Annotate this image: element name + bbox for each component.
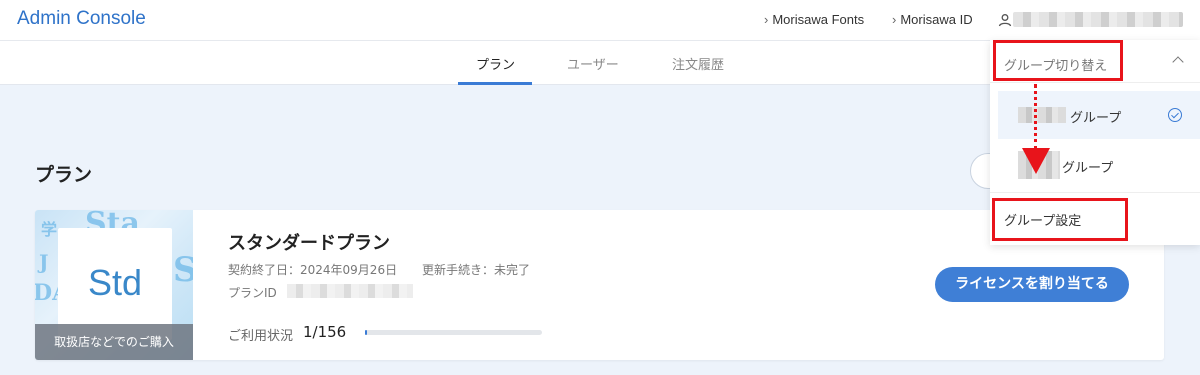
group-option-label: グループ bbox=[1070, 111, 1122, 126]
check-circle-icon bbox=[1168, 108, 1182, 122]
group-option-current[interactable]: グループ bbox=[998, 91, 1200, 139]
assign-license-button[interactable]: ライセンスを割り当てる bbox=[935, 267, 1129, 302]
tab-users[interactable]: ユーザー bbox=[567, 54, 619, 73]
purchase-channel-strip: 取扱店などでのご購入 bbox=[35, 324, 193, 360]
chevron-right-icon: › bbox=[764, 12, 769, 27]
usage-label: ご利用状況 bbox=[228, 329, 294, 344]
annotation-box-group-switch bbox=[993, 40, 1123, 81]
morisawa-fonts-label: Morisawa Fonts bbox=[772, 12, 865, 27]
annotation-box-group-settings bbox=[992, 198, 1128, 241]
usage-value: 1/156 bbox=[303, 323, 347, 341]
dropdown-divider bbox=[990, 192, 1200, 193]
decor-glyph: S bbox=[173, 250, 193, 290]
decor-glyph: 学 bbox=[41, 220, 58, 239]
chevron-right-icon: › bbox=[892, 12, 897, 27]
page-title: プラン bbox=[35, 164, 93, 186]
annotation-dotted-line bbox=[1034, 84, 1037, 150]
usage-progress-bar bbox=[365, 330, 542, 335]
morisawa-fonts-link[interactable]: › Morisawa Fonts bbox=[764, 12, 864, 27]
brand-title[interactable]: Admin Console bbox=[17, 8, 146, 30]
group-name-redacted bbox=[1018, 107, 1066, 123]
tab-order-history[interactable]: 注文履歴 bbox=[672, 54, 724, 73]
chevron-up-icon[interactable] bbox=[1172, 56, 1184, 68]
morisawa-id-link[interactable]: › Morisawa ID bbox=[892, 12, 973, 27]
top-header: Admin Console › Morisawa Fonts › Morisawa … bbox=[0, 0, 1200, 41]
plan-id-label: プランID bbox=[228, 286, 277, 300]
user-name-redacted[interactable] bbox=[1013, 12, 1183, 27]
group-option-label: グループ bbox=[1062, 161, 1114, 176]
morisawa-id-label: Morisawa ID bbox=[900, 12, 973, 27]
tab-plan[interactable]: プラン bbox=[476, 54, 515, 73]
decor-glyph: J bbox=[39, 250, 49, 274]
contract-end-date: 契約終了日：2024年09月26日 bbox=[228, 263, 398, 277]
plan-id-redacted bbox=[287, 284, 413, 298]
user-icon[interactable] bbox=[998, 13, 1012, 27]
plan-name: スタンダードプラン bbox=[228, 233, 390, 254]
plan-thumbnail: 学 Sta J DA S Std 取扱店などでのご購入 bbox=[35, 210, 193, 360]
renewal-status: 更新手続き：未完了 bbox=[422, 263, 531, 277]
annotation-arrow-down bbox=[1022, 148, 1050, 174]
usage-progress-fill bbox=[365, 330, 367, 335]
plan-logo-text: Std bbox=[87, 262, 143, 303]
